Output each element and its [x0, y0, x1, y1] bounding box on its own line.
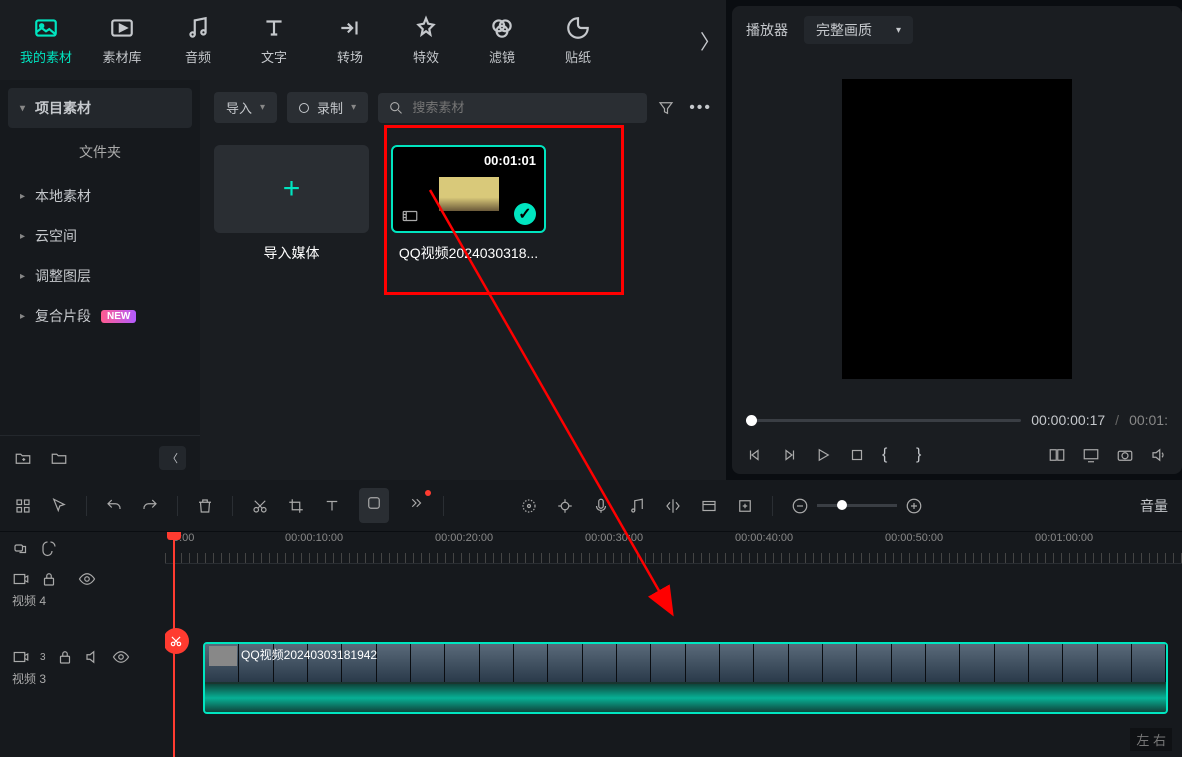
- redo-icon[interactable]: [141, 497, 159, 515]
- top-nav: 我的素材 素材库 音频 文字 转场 特效: [0, 0, 726, 80]
- brace-open-icon[interactable]: {: [882, 446, 900, 464]
- collapse-icon[interactable]: 〈: [159, 446, 186, 470]
- monitor-icon[interactable]: [1082, 446, 1100, 464]
- play-icon[interactable]: [814, 446, 832, 464]
- record-button[interactable]: 录制▾: [287, 92, 368, 123]
- player-canvas[interactable]: [842, 79, 1072, 379]
- target-icon[interactable]: [520, 497, 538, 515]
- new-badge: NEW: [101, 310, 136, 323]
- next-frame-icon[interactable]: [780, 446, 798, 464]
- zoom-control[interactable]: [791, 497, 923, 515]
- lr-indicator: 左 右: [1130, 728, 1172, 751]
- marker-icon[interactable]: [736, 497, 754, 515]
- rect-tool-icon[interactable]: [359, 488, 389, 523]
- chevron-down-icon: ▾: [20, 103, 25, 114]
- video-track-icon: [12, 648, 30, 666]
- magnet-icon[interactable]: [40, 539, 58, 557]
- time-current: 00:00:00:17: [1031, 412, 1105, 428]
- eye-icon[interactable]: [112, 648, 130, 666]
- sidebar-local[interactable]: ▸本地素材: [8, 176, 192, 216]
- sidebar-project-media[interactable]: ▾ 项目素材: [8, 88, 192, 128]
- zoom-in-icon[interactable]: [905, 497, 923, 515]
- tab-stock[interactable]: 素材库: [84, 5, 160, 75]
- volume-label: 音量: [1140, 496, 1168, 516]
- sidebar-cloud[interactable]: ▸云空间: [8, 216, 192, 256]
- clip-mini-thumb: [209, 646, 237, 666]
- link-icon[interactable]: [12, 539, 30, 557]
- clip-thumbnail: [439, 177, 499, 211]
- grid-icon[interactable]: [14, 497, 32, 515]
- progress-knob[interactable]: [746, 415, 757, 426]
- time-total: 00:01:: [1129, 412, 1168, 428]
- tab-my-media[interactable]: 我的素材: [8, 5, 84, 75]
- prev-frame-icon[interactable]: [746, 446, 764, 464]
- speaker-icon[interactable]: [1150, 446, 1168, 464]
- music-icon[interactable]: [628, 497, 646, 515]
- import-button[interactable]: 导入▾: [214, 92, 277, 123]
- timeline-toolbar: 音量: [0, 480, 1182, 532]
- timeline-clip[interactable]: QQ视频20240303181942: [203, 642, 1168, 714]
- more-tools-icon[interactable]: [407, 494, 425, 512]
- tab-effects[interactable]: 特效: [388, 5, 464, 75]
- frame-icon[interactable]: [700, 497, 718, 515]
- lock-icon[interactable]: [56, 648, 74, 666]
- media-clip[interactable]: 00:01:01 ✓ QQ视频2024030318...: [391, 145, 546, 263]
- tab-audio[interactable]: 音频: [160, 5, 236, 75]
- mute-icon[interactable]: [84, 648, 102, 666]
- lock-icon[interactable]: [40, 570, 58, 588]
- search-box[interactable]: [378, 93, 647, 123]
- tab-transition[interactable]: 转场: [312, 5, 388, 75]
- plus-icon: +: [283, 172, 301, 206]
- stop-icon[interactable]: [848, 446, 866, 464]
- filter-icon[interactable]: [657, 99, 675, 117]
- video-track-icon: [12, 570, 30, 588]
- scissors-marker-icon[interactable]: [165, 628, 189, 654]
- tab-text[interactable]: 文字: [236, 5, 312, 75]
- track-4-header[interactable]: 视频 4: [0, 564, 165, 642]
- tab-filter[interactable]: 滤镜: [464, 5, 540, 75]
- player-panel: 播放器 完整画质▾ 00:00:00:17 / 00:01: { }: [732, 6, 1182, 474]
- sidebar-folder[interactable]: 文件夹: [8, 128, 192, 176]
- text-tool-icon[interactable]: [323, 497, 341, 515]
- quality-select[interactable]: 完整画质▾: [804, 16, 913, 44]
- time-ruler[interactable]: 0:00 00:00:10:00 00:00:20:00 00:00:30:00…: [165, 532, 1182, 564]
- split-icon[interactable]: [664, 497, 682, 515]
- progress-track[interactable]: [746, 419, 1021, 422]
- more-icon[interactable]: •••: [689, 99, 712, 117]
- video-icon: [401, 207, 419, 225]
- track-3-header[interactable]: 3 视频 3: [0, 642, 165, 720]
- timeline-tracks[interactable]: 0:00 00:00:10:00 00:00:20:00 00:00:30:00…: [165, 532, 1182, 757]
- sidebar: ▾ 项目素材 文件夹 ▸本地素材 ▸云空间 ▸调整图层 ▸复合片段NEW 〈: [0, 80, 200, 480]
- audio-waveform: [205, 684, 1166, 712]
- crop-icon[interactable]: [287, 497, 305, 515]
- cut-icon[interactable]: [251, 497, 269, 515]
- player-title: 播放器: [746, 20, 788, 40]
- eye-icon[interactable]: [78, 570, 96, 588]
- search-input[interactable]: [412, 100, 637, 115]
- track-headers: 视频 4 3 视频 3: [0, 532, 165, 757]
- compare-icon[interactable]: [1048, 446, 1066, 464]
- cursor-icon[interactable]: [50, 497, 68, 515]
- sidebar-adjust[interactable]: ▸调整图层: [8, 256, 192, 296]
- clip-duration: 00:01:01: [484, 153, 536, 168]
- locate-icon[interactable]: [556, 497, 574, 515]
- nav-scroll-right-icon[interactable]: 〉: [700, 26, 720, 55]
- sidebar-compound[interactable]: ▸复合片段NEW: [8, 296, 192, 336]
- timeline-panel: 音量 视频 4 3: [0, 480, 1182, 757]
- delete-icon[interactable]: [196, 497, 214, 515]
- record-icon: [299, 103, 309, 113]
- camera-icon[interactable]: [1116, 446, 1134, 464]
- undo-icon[interactable]: [105, 497, 123, 515]
- media-panel: 导入▾ 录制▾ ••• + 导入媒体: [200, 80, 726, 480]
- check-icon: ✓: [514, 203, 536, 225]
- zoom-out-icon[interactable]: [791, 497, 809, 515]
- mic-icon[interactable]: [592, 497, 610, 515]
- brace-close-icon[interactable]: }: [916, 446, 934, 464]
- import-media-tile[interactable]: + 导入媒体: [214, 145, 369, 263]
- tab-sticker[interactable]: 贴纸: [540, 5, 616, 75]
- folder-add-icon[interactable]: [14, 449, 32, 467]
- folder-open-icon[interactable]: [50, 449, 68, 467]
- search-icon: [388, 99, 404, 117]
